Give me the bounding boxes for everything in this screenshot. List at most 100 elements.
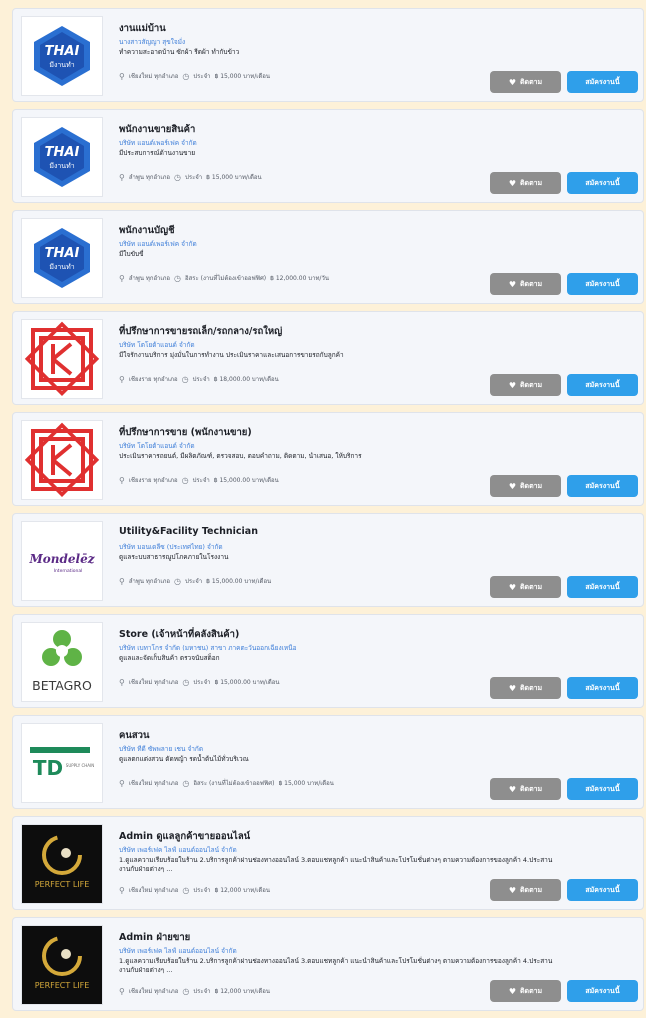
job-meta: ⚲ เชียงใหม่ ทุกอำเภอ ◷ ประจำ ฿ 15,000.00… bbox=[119, 677, 279, 687]
company-link[interactable]: บริษัท ทีดี ซัพพลาย เชน จำกัด bbox=[119, 744, 203, 754]
betagro-logo: BETAGRO bbox=[21, 622, 103, 702]
job-title[interactable]: ที่ปรึกษาการขายรถเล็ก/รถกลาง/รถใหญ่ bbox=[119, 324, 282, 339]
job-description: ดูแลระบบสาธารณูปโภคภายในโรงงาน bbox=[119, 553, 229, 561]
save-job-button[interactable]: ♥ ติดตาม bbox=[490, 879, 561, 901]
job-card[interactable]: TD SUPPLY CHAIN คนสวน บริษัท ทีดี ซัพพลา… bbox=[12, 715, 644, 809]
save-job-button[interactable]: ♥ ติดตาม bbox=[490, 172, 561, 194]
job-location: ลำพูน ทุกอำเภอ bbox=[128, 578, 171, 585]
job-card[interactable]: ที่ปรึกษาการขาย (พนักงานขาย) บริษัท โตโย… bbox=[12, 412, 644, 506]
location-pin-icon: ⚲ bbox=[119, 273, 125, 283]
company-link[interactable]: บริษัท เพอร์เฟค ไลฟ์ แอนด์ออนไลน์ จำกัด bbox=[119, 946, 237, 956]
heart-icon: ♥ bbox=[508, 885, 516, 895]
location-pin-icon: ⚲ bbox=[119, 576, 125, 586]
company-link[interactable]: บริษัท มอนเดลีซ (ประเทศไทย) จำกัด bbox=[119, 542, 223, 552]
save-job-button[interactable]: ♥ ติดตาม bbox=[490, 677, 561, 699]
job-card[interactable]: THAI มีงานทำ งานแม่บ้าน นางสาวสัญญา สุขใ… bbox=[12, 8, 644, 102]
apply-button[interactable]: สมัครงานนี้ bbox=[567, 778, 638, 800]
svg-text:International: International bbox=[54, 568, 83, 574]
job-description: ดูแลและจัดเก็บสินค้า ตรวจนับสต็อก bbox=[119, 654, 220, 662]
apply-button[interactable]: สมัครงานนี้ bbox=[567, 677, 638, 699]
save-job-button[interactable]: ♥ ติดตาม bbox=[490, 576, 561, 598]
apply-button[interactable]: สมัครงานนี้ bbox=[567, 71, 638, 93]
apply-button[interactable]: สมัครงานนี้ bbox=[567, 273, 638, 295]
apply-button[interactable]: สมัครงานนี้ bbox=[567, 576, 638, 598]
apply-button[interactable]: สมัครงานนี้ bbox=[567, 980, 638, 1002]
save-job-button[interactable]: ♥ ติดตาม bbox=[490, 273, 561, 295]
company-link[interactable]: บริษัท เบทาโกร จำกัด (มหาชน) สาขา ภาคตะว… bbox=[119, 643, 297, 653]
job-title[interactable]: พนักงานขายสินค้า bbox=[119, 122, 195, 137]
company-link[interactable]: บริษัท แอนด์เพอร์เฟค จำกัด bbox=[119, 239, 197, 249]
job-meta: ⚲ ลำพูน ทุกอำเภอ ◷ อิสระ (งานที่ไม่ต้องเ… bbox=[119, 273, 329, 283]
job-description: ทำความสะอาดบ้าน ซักผ้า รีดผ้า ทำกับข้าว bbox=[119, 48, 240, 56]
job-card[interactable]: Mondelēz International Utility&Facility … bbox=[12, 513, 644, 607]
save-job-button[interactable]: ♥ ติดตาม bbox=[490, 980, 561, 1002]
svg-text:PERFECT LIFE: PERFECT LIFE bbox=[35, 981, 90, 990]
job-meta: ⚲ เชียงราย ทุกอำเภอ ◷ ประจำ ฿ 15,000.00 … bbox=[119, 475, 279, 485]
company-link[interactable]: บริษัท โตโยต้าแอนด์ จำกัด bbox=[119, 340, 195, 350]
company-link[interactable]: บริษัท เพอร์เฟค ไลฟ์ แอนด์ออนไลน์ จำกัด bbox=[119, 845, 237, 855]
company-link[interactable]: บริษัท แอนด์เพอร์เฟค จำกัด bbox=[119, 138, 197, 148]
location-pin-icon: ⚲ bbox=[119, 885, 125, 895]
svg-text:มีงานทำ: มีงานทำ bbox=[49, 263, 74, 271]
job-title[interactable]: Utility&Facility Technician bbox=[119, 526, 258, 537]
job-card[interactable]: THAI มีงานทำ พนักงานขายสินค้า บริษัท แอน… bbox=[12, 109, 644, 203]
save-job-button[interactable]: ♥ ติดตาม bbox=[490, 778, 561, 800]
job-description: ดูแลตกแต่งสวน ตัดหญ้า รดน้ำต้นไม้ทั่วบริ… bbox=[119, 755, 249, 763]
clock-icon: ◷ bbox=[181, 475, 189, 485]
job-location: เชียงใหม่ ทุกอำเภอ bbox=[128, 887, 179, 894]
job-meta: ⚲ เชียงใหม่ ทุกอำเภอ ◷ ประจำ ฿ 12,000 บา… bbox=[119, 986, 270, 996]
clock-icon: ◷ bbox=[182, 677, 190, 687]
job-card[interactable]: PERFECT LIFE Admin ฝ่ายขาย บริษัท เพอร์เ… bbox=[12, 917, 644, 1011]
save-job-button[interactable]: ♥ ติดตาม bbox=[490, 71, 561, 93]
apply-button[interactable]: สมัครงานนี้ bbox=[567, 172, 638, 194]
thai-jobs-logo: THAI มีงานทำ bbox=[21, 117, 103, 197]
job-card[interactable]: THAI มีงานทำ พนักงานบัญชี บริษัท แอนด์เพ… bbox=[12, 210, 644, 304]
job-salary: ฿ 12,000 บาท/เดือน bbox=[214, 988, 270, 995]
thai-jobs-logo: THAI มีงานทำ bbox=[21, 218, 103, 298]
job-type: ประจำ bbox=[193, 679, 211, 686]
job-title[interactable]: Admin ดูแลลูกค้าขายออนไลน์ bbox=[119, 829, 250, 844]
save-job-button[interactable]: ♥ ติดตาม bbox=[490, 374, 561, 396]
heart-icon: ♥ bbox=[508, 77, 516, 87]
heart-icon: ♥ bbox=[508, 683, 516, 693]
svg-text:THAI: THAI bbox=[45, 246, 80, 261]
job-card[interactable]: PERFECT LIFE Admin ดูแลลูกค้าขายออนไลน์ … bbox=[12, 816, 644, 910]
job-meta: ⚲ เชียงใหม่ ทุกอำเภอ ◷ อิสระ (งานที่ไม่ต… bbox=[119, 778, 334, 788]
job-title[interactable]: คนสวน bbox=[119, 728, 149, 743]
job-meta: ⚲ ลำพูน ทุกอำเภอ ◷ ประจำ ฿ 15,000 บาท/เด… bbox=[119, 172, 262, 182]
apply-button[interactable]: สมัครงานนี้ bbox=[567, 374, 638, 396]
job-description: 1.ดูแลความเรียบร้อยในร้าน 2.บริการลูกค้า… bbox=[119, 856, 553, 873]
job-list: THAI มีงานทำ งานแม่บ้าน นางสาวสัญญา สุขใ… bbox=[12, 8, 644, 1018]
job-location: เชียงราย ทุกอำเภอ bbox=[128, 477, 178, 484]
company-link[interactable]: นางสาวสัญญา สุขใจมั่ง bbox=[119, 37, 185, 47]
apply-button[interactable]: สมัครงานนี้ bbox=[567, 475, 638, 497]
job-card[interactable]: ที่ปรึกษาการขายรถเล็ก/รถกลาง/รถใหญ่ บริษ… bbox=[12, 311, 644, 405]
mondelez-logo: Mondelēz International bbox=[21, 521, 103, 601]
svg-text:Mondelēz: Mondelēz bbox=[28, 552, 95, 566]
company-link[interactable]: บริษัท โตโยต้าแอนด์ จำกัด bbox=[119, 441, 195, 451]
job-card[interactable]: BETAGRO Store (เจ้าหน้าที่คลังสินค้า) บร… bbox=[12, 614, 644, 708]
job-title[interactable]: ที่ปรึกษาการขาย (พนักงานขาย) bbox=[119, 425, 252, 440]
red-k-logo bbox=[21, 420, 103, 500]
location-pin-icon: ⚲ bbox=[119, 677, 125, 687]
job-meta: ⚲ เชียงใหม่ ทุกอำเภอ ◷ ประจำ ฿ 12,000 บา… bbox=[119, 885, 270, 895]
apply-button[interactable]: สมัครงานนี้ bbox=[567, 879, 638, 901]
location-pin-icon: ⚲ bbox=[119, 778, 125, 788]
job-title[interactable]: Store (เจ้าหน้าที่คลังสินค้า) bbox=[119, 627, 239, 642]
job-salary: ฿ 12,000 บาท/เดือน bbox=[214, 887, 270, 894]
heart-icon: ♥ bbox=[508, 481, 516, 491]
clock-icon: ◷ bbox=[182, 986, 190, 996]
job-salary: ฿ 15,000.00 บาท/เดือน bbox=[206, 578, 272, 585]
save-job-button[interactable]: ♥ ติดตาม bbox=[490, 475, 561, 497]
job-type: อิสระ (งานที่ไม่ต้องเข้าออฟฟิศ) bbox=[193, 780, 275, 787]
location-pin-icon: ⚲ bbox=[119, 374, 125, 384]
job-salary: ฿ 15,000 บาท/เดือน bbox=[206, 174, 262, 181]
job-title[interactable]: งานแม่บ้าน bbox=[119, 21, 166, 36]
job-title[interactable]: พนักงานบัญชี bbox=[119, 223, 175, 238]
job-type: ประจำ bbox=[192, 376, 210, 383]
job-description: มีใจรักงานบริการ มุ่งมั่นในการทำงาน ประเ… bbox=[119, 351, 344, 359]
job-title[interactable]: Admin ฝ่ายขาย bbox=[119, 930, 190, 945]
job-type: อิสระ (งานที่ไม่ต้องเข้าออฟฟิศ) bbox=[185, 275, 267, 282]
location-pin-icon: ⚲ bbox=[119, 475, 125, 485]
job-meta: ⚲ ลำพูน ทุกอำเภอ ◷ ประจำ ฿ 15,000.00 บาท… bbox=[119, 576, 271, 586]
